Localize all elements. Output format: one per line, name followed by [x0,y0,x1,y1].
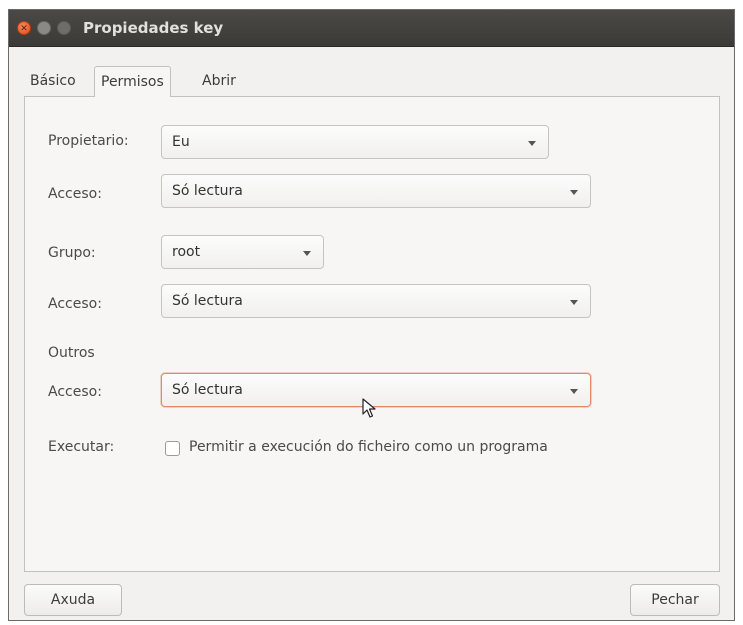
group-combo[interactable]: root [161,235,324,269]
execute-label: Executar: [48,439,115,455]
owner-access-value: Só lectura [172,183,243,199]
others-access-label: Acceso: [48,384,102,400]
close-button[interactable]: Pechar [630,584,720,616]
group-value: root [172,244,201,260]
group-access-value: Só lectura [172,293,243,309]
tab-permisos[interactable]: Permisos [94,66,171,97]
tab-abrir-con[interactable]: Abrir con [196,66,242,119]
chevron-down-icon [570,190,578,195]
others-access-value: Só lectura [172,382,243,398]
window-title: Propiedades key [83,19,224,37]
group-label: Grupo: [48,245,96,261]
execute-checkbox[interactable] [165,441,180,456]
mouse-pointer-icon [362,398,376,418]
chevron-down-icon [570,300,578,305]
close-icon[interactable]: ✕ [17,21,31,35]
others-heading: Outros [48,345,95,361]
owner-access-combo[interactable]: Só lectura [161,174,591,208]
minimize-icon[interactable] [37,21,51,35]
chevron-down-icon [570,389,578,394]
group-access-label: Acceso: [48,296,102,312]
group-access-combo[interactable]: Só lectura [161,284,591,318]
owner-combo[interactable]: Eu [161,125,549,159]
chevron-down-icon [528,141,536,146]
help-button[interactable]: Axuda [24,584,122,616]
tab-basico[interactable]: Básico [24,66,82,96]
execute-checkbox-label[interactable]: Permitir a execución do ficheiro como un… [189,439,548,455]
maximize-icon[interactable] [57,21,71,35]
owner-label: Propietario: [48,133,129,149]
title-bar[interactable]: ✕ Propiedades key [9,10,734,47]
chevron-down-icon [303,251,311,256]
owner-value: Eu [172,134,190,150]
permissions-panel: Propietario: Eu Acceso: Só lectura Grupo… [24,96,720,572]
properties-window: ✕ Propiedades key Básico Permisos Abrir … [8,9,735,621]
owner-access-label: Acceso: [48,186,102,202]
